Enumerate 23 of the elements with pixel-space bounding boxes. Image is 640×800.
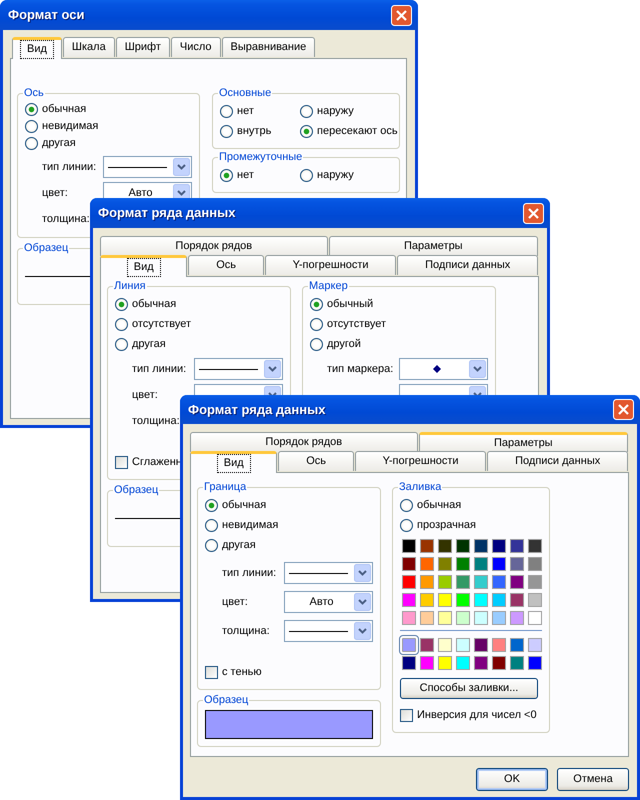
field-label: цвет: (222, 594, 248, 610)
field-label: тип линии: (132, 362, 186, 377)
group-title: Промежуточные (218, 152, 304, 163)
field-label: тип линии: (42, 160, 96, 175)
group-title: Ось (23, 88, 45, 99)
field-label: толщина: (222, 624, 270, 639)
group-title: Основные (218, 88, 272, 99)
field-label: тип маркера: (327, 362, 394, 377)
group-title: Заливка (398, 482, 442, 493)
field-label: тип линии: (222, 566, 276, 581)
group-title: Образец (23, 243, 70, 254)
group-title: Образец (203, 695, 250, 706)
group-title: Линия (113, 281, 147, 292)
field-label: толщина: (132, 414, 180, 429)
field-label: цвет: (132, 388, 158, 403)
group-title: Образец (113, 485, 160, 496)
field-label: толщина: (42, 212, 90, 227)
window-title: Формат ряда данных (98, 204, 236, 222)
window-title: Формат ряда данных (188, 400, 326, 419)
window-title: Формат оси (8, 6, 84, 24)
group-title: Маркер (308, 281, 349, 292)
field-label: цвет: (42, 186, 68, 201)
group-title: Граница (203, 482, 248, 493)
